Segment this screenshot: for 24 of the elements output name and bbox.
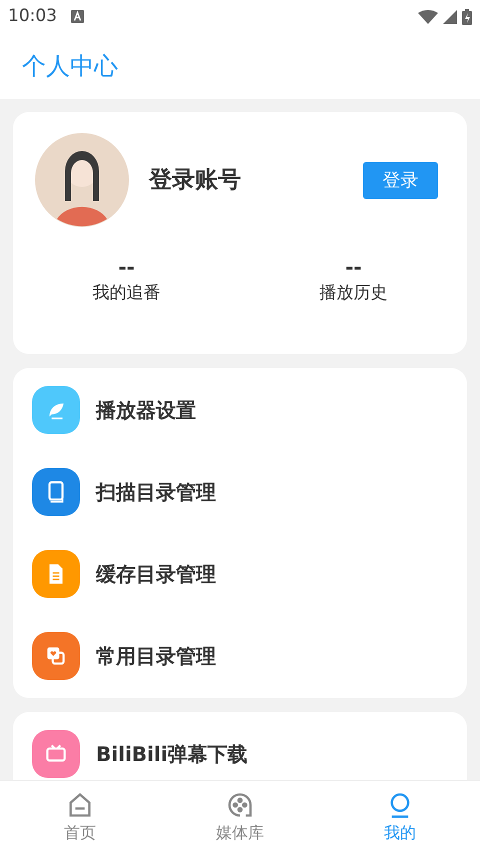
menu-item[interactable]: 扫描目录管理 xyxy=(13,451,467,533)
film-reel-icon xyxy=(226,790,254,818)
battery-icon xyxy=(462,8,472,24)
notification-icon xyxy=(71,10,84,23)
wifi-icon xyxy=(418,10,438,24)
stat-value: -- xyxy=(345,255,362,279)
account-name: 登录账号 xyxy=(149,166,241,195)
stat-label[interactable]: 我的追番 xyxy=(92,281,160,306)
stat-value: -- xyxy=(118,255,135,279)
menu-item[interactable]: 缓存目录管理 xyxy=(13,533,467,615)
menu-item-label: 播放器设置 xyxy=(96,397,196,424)
menu-item-label: BiliBili弹幕下载 xyxy=(96,741,248,768)
menu-item-label: 扫描目录管理 xyxy=(96,479,216,506)
nav-tab[interactable]: 首页 xyxy=(0,781,160,854)
menu-item[interactable]: BiliBili弹幕下载 xyxy=(13,713,467,780)
menu-item-label: 缓存目录管理 xyxy=(96,561,216,588)
page-title: 个人中心 xyxy=(22,51,118,82)
menu-item[interactable]: 播放器设置 xyxy=(13,369,467,451)
status-time: 10:03 xyxy=(8,4,57,28)
menu-item[interactable]: 常用目录管理 xyxy=(13,615,467,697)
menu-item-label: 常用目录管理 xyxy=(96,643,216,670)
stat-label[interactable]: 播放历史 xyxy=(320,281,388,306)
signal-icon xyxy=(443,10,457,24)
nav-tab[interactable]: 媒体库 xyxy=(160,781,320,854)
